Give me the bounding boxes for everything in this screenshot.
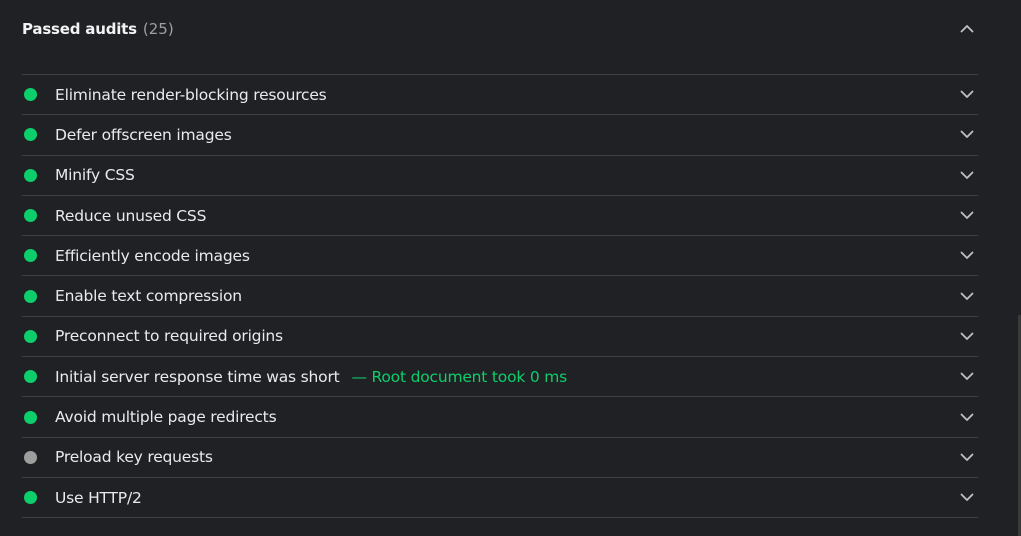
chevron-down-icon[interactable] [956, 205, 978, 227]
audit-row-5[interactable]: Efficiently encode images [22, 236, 978, 277]
audit-label: Preconnect to required origins [55, 327, 283, 346]
audit-label: Enable text compression [55, 287, 242, 306]
chevron-down-icon[interactable] [956, 164, 978, 186]
audit-row-9[interactable]: Avoid multiple page redirects [22, 397, 978, 438]
audit-display-value: — Root document took 0 ms [351, 367, 568, 386]
status-dot-icon [24, 289, 37, 303]
status-dot-icon [24, 88, 37, 102]
audit-label: Initial server response time was short [55, 367, 340, 386]
status-dot-icon [24, 329, 37, 343]
passed-audits-header[interactable]: Passed audits (25) [22, 12, 978, 44]
audit-row-8[interactable]: Initial server response time was short —… [22, 357, 978, 398]
status-dot-icon [24, 491, 37, 505]
audit-label: Use HTTP/2 [55, 488, 142, 507]
status-dot-icon [24, 450, 37, 464]
chevron-down-icon[interactable] [956, 285, 978, 307]
audit-label: Defer offscreen images [55, 125, 232, 144]
audit-label: Eliminate render-blocking resources [55, 85, 327, 104]
status-dot-icon [24, 168, 37, 182]
section-heading: Passed audits (25) [22, 19, 174, 38]
audit-label: Reduce unused CSS [55, 206, 207, 225]
status-dot-icon [24, 128, 37, 142]
audit-row-2[interactable]: Defer offscreen images [22, 115, 978, 156]
audit-label: Preload key requests [55, 448, 213, 467]
audit-row-3[interactable]: Minify CSS [22, 156, 978, 196]
audit-label: Minify CSS [55, 166, 135, 185]
status-dot-icon [24, 209, 37, 223]
status-dot-icon [24, 370, 37, 384]
passed-audits-panel: Passed audits (25) Eliminate render-block… [0, 0, 1021, 536]
chevron-up-icon[interactable] [956, 17, 978, 39]
audit-label: Efficiently encode images [55, 246, 250, 265]
section-title: Passed audits [22, 19, 137, 38]
section-count: (25) [142, 19, 174, 38]
status-dot-icon [24, 249, 37, 263]
chevron-down-icon[interactable] [956, 124, 978, 146]
chevron-down-icon[interactable] [956, 406, 978, 428]
audit-list: Eliminate render-blocking resources Defe… [22, 74, 978, 519]
chevron-down-icon[interactable] [956, 487, 978, 509]
audit-label: Avoid multiple page redirects [55, 408, 277, 427]
status-dot-icon [24, 410, 37, 424]
audit-row-4[interactable]: Reduce unused CSS [22, 196, 978, 237]
chevron-down-icon[interactable] [956, 446, 978, 468]
chevron-down-icon[interactable] [956, 245, 978, 267]
audit-row-11[interactable]: Use HTTP/2 [22, 478, 978, 519]
chevron-down-icon[interactable] [956, 325, 978, 347]
audit-row-10[interactable]: Preload key requests [22, 438, 978, 478]
audit-row-6[interactable]: Enable text compression [22, 276, 978, 317]
chevron-down-icon[interactable] [956, 84, 978, 106]
audit-row-7[interactable]: Preconnect to required origins [22, 317, 978, 358]
audit-row-1[interactable]: Eliminate render-blocking resources [22, 75, 978, 116]
chevron-down-icon[interactable] [956, 366, 978, 388]
